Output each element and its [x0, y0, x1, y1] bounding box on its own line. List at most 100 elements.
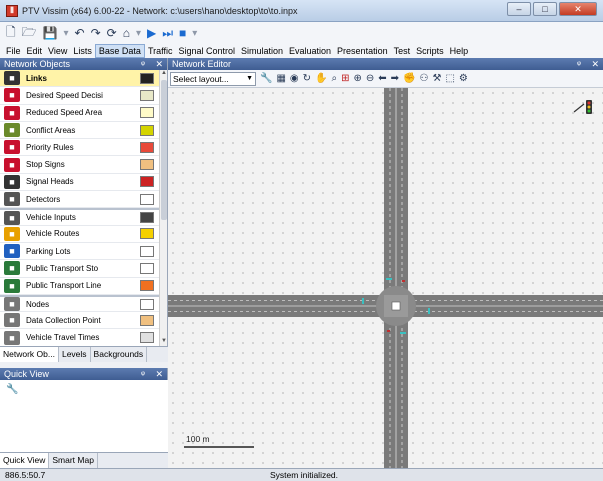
- network-object-row[interactable]: ■ Detectors: [0, 191, 160, 209]
- step-icon[interactable]: ⏭: [162, 26, 173, 41]
- color-swatch[interactable]: [140, 228, 154, 240]
- pin-icon[interactable]: ᵠ: [577, 59, 581, 69]
- home-icon[interactable]: ⌂: [123, 26, 130, 40]
- link-tool-icon[interactable]: ⚙: [459, 73, 468, 84]
- tab-levels[interactable]: Levels: [59, 347, 91, 362]
- wrench-icon[interactable]: 🔧: [260, 73, 272, 84]
- scroll-down-icon[interactable]: ▼: [160, 338, 168, 346]
- menu-simulation[interactable]: Simulation: [238, 44, 286, 58]
- network-object-row[interactable]: ■ Nodes: [0, 294, 160, 313]
- detector-marker[interactable]: [428, 308, 430, 314]
- hand-icon[interactable]: ✊: [403, 73, 415, 84]
- color-swatch[interactable]: [140, 89, 154, 101]
- network-object-row[interactable]: ■ Signal Heads: [0, 173, 160, 192]
- color-swatch[interactable]: [140, 107, 154, 119]
- zoom-all-icon[interactable]: ⊞: [341, 73, 349, 84]
- color-swatch[interactable]: [140, 280, 154, 292]
- save-icon[interactable]: 💾: [43, 26, 58, 40]
- detector-marker[interactable]: [400, 332, 406, 334]
- refresh-icon[interactable]: ⟳: [107, 26, 117, 40]
- grid-icon[interactable]: ▦: [276, 73, 285, 84]
- network-canvas[interactable]: 100 m: [168, 88, 603, 468]
- detector-marker[interactable]: [362, 298, 364, 304]
- network-object-row[interactable]: ■ Stop Signs: [0, 156, 160, 174]
- color-swatch[interactable]: [140, 314, 154, 326]
- color-swatch[interactable]: [140, 212, 154, 224]
- back-arrow-icon[interactable]: ⬅: [378, 73, 386, 84]
- traffic-light-icon[interactable]: [573, 100, 592, 114]
- network-object-row[interactable]: ■ Links: [0, 70, 160, 88]
- select-icon[interactable]: ⬚: [445, 73, 454, 84]
- maximize-button[interactable]: □: [533, 2, 557, 16]
- signal-head-marker[interactable]: [402, 280, 405, 282]
- menu-evaluation[interactable]: Evaluation: [286, 44, 334, 58]
- tab-network-objects[interactable]: Network Ob...: [0, 347, 59, 362]
- close-button[interactable]: ✕: [559, 2, 597, 16]
- vehicle-view-icon[interactable]: ⚇: [420, 73, 429, 84]
- color-swatch[interactable]: [140, 262, 154, 274]
- network-object-row[interactable]: ■ Vehicle Travel Times: [0, 329, 160, 346]
- color-swatch[interactable]: [140, 141, 154, 153]
- color-swatch[interactable]: [140, 72, 154, 84]
- layout-select[interactable]: Select layout... ▼: [170, 71, 256, 86]
- pin-icon[interactable]: ᵠ: [141, 369, 145, 379]
- pin-icon[interactable]: ᵠ: [141, 59, 145, 69]
- close-icon[interactable]: ✕: [155, 59, 163, 69]
- wrench-icon[interactable]: 🔧: [6, 384, 18, 395]
- close-icon[interactable]: ✕: [155, 369, 163, 379]
- network-object-row[interactable]: ■ Vehicle Inputs: [0, 208, 160, 226]
- menu-file[interactable]: File: [3, 44, 24, 58]
- network-object-row[interactable]: ■ Vehicle Routes: [0, 225, 160, 243]
- menu-traffic[interactable]: Traffic: [145, 44, 176, 58]
- pan-hand-icon[interactable]: ✋: [315, 73, 327, 84]
- color-swatch[interactable]: [140, 124, 154, 136]
- network-object-row[interactable]: ■ Public Transport Sto: [0, 260, 160, 278]
- measure-icon[interactable]: ⚒: [432, 73, 441, 84]
- intersection-center-marker[interactable]: [391, 301, 401, 311]
- network-object-row[interactable]: ■ Desired Speed Decisi: [0, 87, 160, 105]
- color-swatch[interactable]: [140, 159, 154, 171]
- network-object-row[interactable]: ■ Conflict Areas: [0, 121, 160, 140]
- color-swatch[interactable]: [140, 176, 154, 188]
- color-swatch[interactable]: [140, 193, 154, 205]
- close-icon[interactable]: ✕: [591, 59, 599, 69]
- network-object-row[interactable]: ■ Parking Lots: [0, 242, 160, 261]
- play-icon[interactable]: ▶: [147, 26, 156, 40]
- minimize-button[interactable]: –: [507, 2, 531, 16]
- menu-base-data[interactable]: Base Data: [94, 44, 145, 58]
- menu-signal-control[interactable]: Signal Control: [175, 44, 238, 58]
- menu-view[interactable]: View: [45, 44, 70, 58]
- menu-test[interactable]: Test: [391, 44, 414, 58]
- zoom-in-icon[interactable]: ⊕: [353, 73, 361, 84]
- menu-lists[interactable]: Lists: [70, 44, 95, 58]
- menu-scripts[interactable]: Scripts: [413, 44, 447, 58]
- network-objects-scrollbar[interactable]: ▲ ▼: [159, 70, 167, 346]
- network-object-row[interactable]: ■ Data Collection Point: [0, 312, 160, 330]
- menu-edit[interactable]: Edit: [24, 44, 46, 58]
- network-object-row[interactable]: ■ Priority Rules: [0, 139, 160, 157]
- tab-backgrounds[interactable]: Backgrounds: [91, 347, 148, 362]
- scroll-thumb[interactable]: [161, 80, 167, 220]
- zoom-out-icon[interactable]: ⊖: [366, 73, 374, 84]
- rotate-icon[interactable]: ↻: [303, 73, 311, 84]
- undo-icon[interactable]: ↶: [75, 26, 85, 40]
- redo-icon[interactable]: ↷: [91, 26, 101, 40]
- zoom-select-icon[interactable]: ⌕: [331, 73, 337, 84]
- globe-icon[interactable]: ◉: [290, 73, 299, 84]
- menu-help[interactable]: Help: [447, 44, 472, 58]
- open-folder-icon[interactable]: 🗁: [22, 23, 37, 44]
- forward-arrow-icon[interactable]: ➡: [391, 73, 399, 84]
- tab-smart-map[interactable]: Smart Map: [49, 453, 98, 468]
- menu-presentation[interactable]: Presentation: [334, 44, 391, 58]
- signal-head-marker[interactable]: [387, 330, 390, 332]
- network-object-row[interactable]: ■ Reduced Speed Area: [0, 104, 160, 122]
- new-file-icon[interactable]: 🗋: [6, 23, 16, 44]
- stop-icon[interactable]: ■: [179, 26, 186, 40]
- color-swatch[interactable]: [140, 245, 154, 257]
- tab-quick-view[interactable]: Quick View: [0, 453, 50, 468]
- scroll-up-icon[interactable]: ▲: [160, 70, 168, 78]
- network-object-row[interactable]: ■ Public Transport Line: [0, 277, 160, 295]
- detector-marker[interactable]: [386, 278, 392, 280]
- color-swatch[interactable]: [140, 298, 154, 310]
- color-swatch[interactable]: [140, 332, 154, 344]
